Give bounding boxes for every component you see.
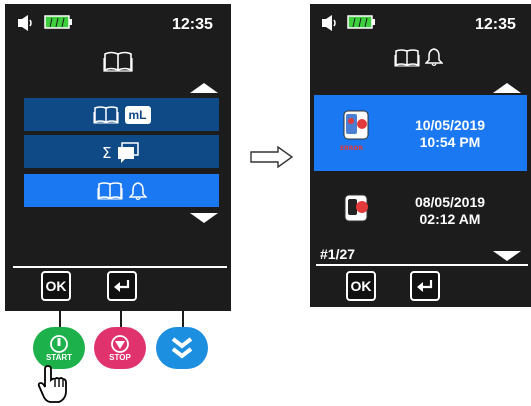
- event-row[interactable]: 08/05/2019 02:12 AM: [314, 177, 527, 253]
- menu-item-volume-log[interactable]: mL: [24, 98, 219, 131]
- event-time: 02:12 AM: [419, 211, 481, 227]
- book-icon: [394, 49, 420, 67]
- book-icon: [96, 181, 123, 200]
- enter-icon: [114, 280, 130, 292]
- enter-icon: [417, 280, 433, 292]
- connector-line: [182, 310, 184, 328]
- divider: [316, 264, 528, 266]
- stop-button[interactable]: STOP: [94, 327, 146, 369]
- menu-item-alarm-log[interactable]: [24, 174, 219, 207]
- stop-icon: [111, 334, 129, 353]
- sigma-stack-icon: Σ: [102, 141, 139, 163]
- bell-icon: [128, 181, 147, 200]
- battery-icon: [347, 15, 375, 29]
- clock: 12:35: [475, 16, 516, 33]
- svg-text:ERROR: ERROR: [340, 145, 363, 152]
- connector-line: [59, 310, 61, 328]
- alarm-device-icon: ERROR: [340, 110, 369, 152]
- hand-pointer-icon: [37, 365, 67, 403]
- clock: 12:35: [172, 16, 213, 33]
- speaker-icon: [18, 15, 32, 31]
- scroll-down-arrow[interactable]: [493, 250, 521, 262]
- start-button[interactable]: START: [33, 327, 85, 369]
- right-device-screen: 12:35 ERROR 10/05/2019 10:54 PM 08/05/20…: [310, 4, 531, 307]
- bell-icon: [425, 48, 443, 67]
- speaker-icon: [322, 15, 336, 31]
- scroll-button[interactable]: [156, 327, 208, 369]
- enter-softkey[interactable]: [107, 271, 137, 301]
- battery-icon: [44, 15, 72, 29]
- start-icon: [50, 334, 68, 353]
- event-date: 10/05/2019: [414, 117, 486, 133]
- ok-softkey[interactable]: OK: [346, 271, 376, 301]
- ml-badge: mL: [124, 105, 151, 124]
- stop-label: STOP: [109, 352, 131, 362]
- book-icon: [103, 51, 133, 72]
- scroll-up-arrow[interactable]: [493, 82, 521, 94]
- enter-softkey[interactable]: [410, 271, 440, 301]
- arrow-right-icon: [250, 146, 294, 168]
- event-row[interactable]: ERROR 10/05/2019 10:54 PM: [314, 95, 527, 171]
- event-time: 10:54 PM: [419, 134, 481, 150]
- device-icon: [344, 194, 368, 222]
- divider: [13, 266, 227, 268]
- left-device-screen: 12:35 mL Σ OK: [5, 4, 231, 311]
- menu-item-totals[interactable]: Σ: [24, 135, 219, 168]
- start-label: START: [45, 352, 73, 362]
- sigma-icon: Σ: [102, 144, 111, 162]
- scroll-down-arrow[interactable]: [190, 212, 218, 224]
- page-counter: #1/27: [320, 246, 356, 262]
- scroll-up-arrow[interactable]: [190, 82, 218, 94]
- book-icon: [92, 105, 119, 124]
- connector-line: [120, 310, 122, 328]
- event-date: 08/05/2019: [414, 194, 486, 210]
- ok-softkey[interactable]: OK: [41, 271, 71, 301]
- double-chevron-down-icon: [171, 337, 193, 359]
